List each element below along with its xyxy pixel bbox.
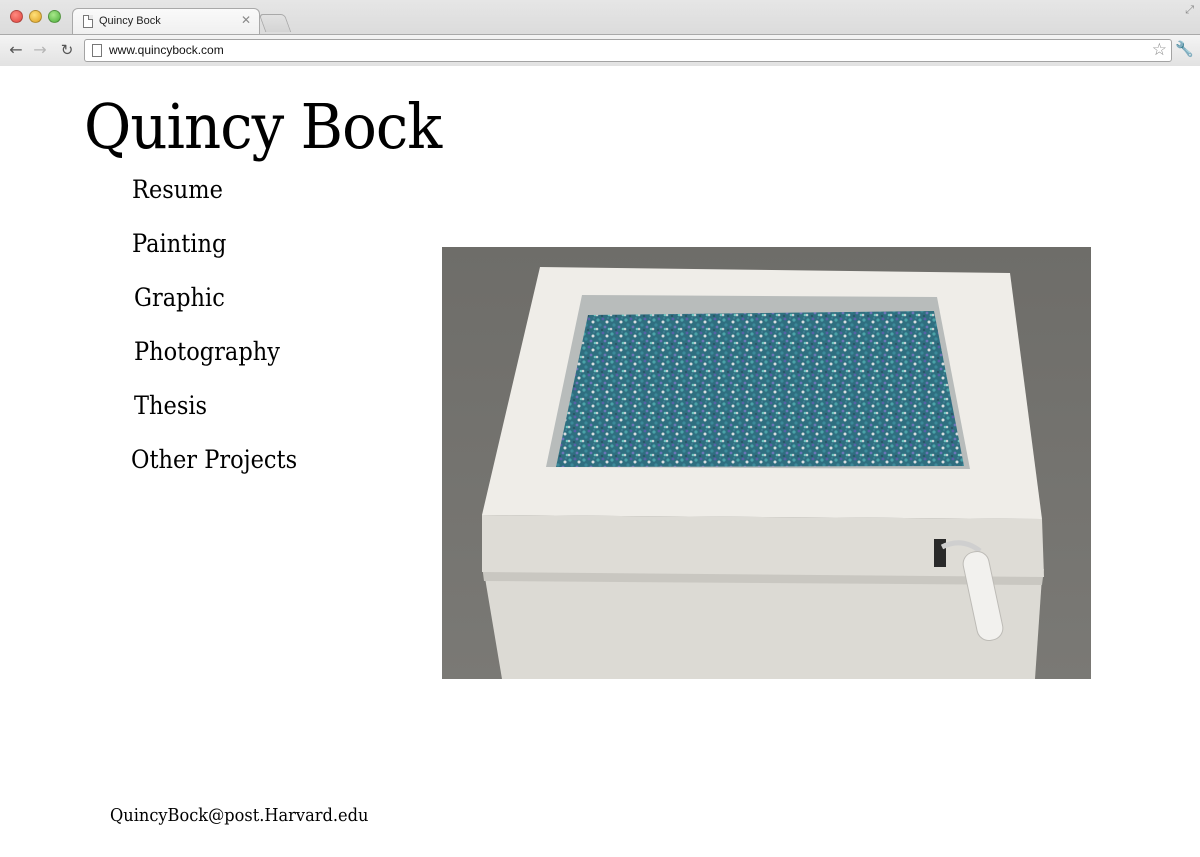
- artwork-photo: [442, 247, 1091, 679]
- window-maximize-button[interactable]: [48, 10, 61, 23]
- browser-chrome: Quincy Bock ✕ ⤢ ← → ↻ www.quincybock.com…: [0, 0, 1200, 66]
- nav-link-painting[interactable]: Painting: [132, 229, 226, 258]
- browser-tab[interactable]: Quincy Bock ✕: [72, 8, 260, 34]
- tab-title: Quincy Bock: [99, 15, 161, 27]
- nav-link-other-projects[interactable]: Other Projects: [131, 445, 297, 474]
- url-text[interactable]: www.quincybock.com: [109, 43, 224, 57]
- address-bar[interactable]: www.quincybock.com ☆: [84, 39, 1172, 62]
- window-controls: [10, 10, 61, 23]
- reload-icon[interactable]: ↻: [57, 40, 77, 60]
- forward-arrow-icon[interactable]: →: [30, 40, 50, 60]
- page-icon: [92, 44, 102, 57]
- nav-link-graphic[interactable]: Graphic: [134, 283, 225, 312]
- nav-link-resume[interactable]: Resume: [132, 175, 223, 204]
- new-tab-button[interactable]: [258, 14, 292, 32]
- close-icon[interactable]: ✕: [241, 13, 251, 27]
- wrench-icon[interactable]: 🔧: [1175, 40, 1194, 58]
- fullscreen-icon[interactable]: ⤢: [1185, 4, 1194, 17]
- site-title[interactable]: Quincy Bock: [84, 90, 442, 163]
- contact-email[interactable]: QuincyBock@post.Harvard.edu: [110, 805, 368, 826]
- page-icon: [83, 15, 93, 28]
- window-minimize-button[interactable]: [29, 10, 42, 23]
- star-icon[interactable]: ☆: [1152, 40, 1167, 60]
- window-close-button[interactable]: [10, 10, 23, 23]
- back-arrow-icon[interactable]: ←: [6, 40, 26, 60]
- nav-link-photography[interactable]: Photography: [134, 337, 280, 366]
- artwork-illustration: [442, 247, 1091, 679]
- browser-toolbar: ← → ↻ www.quincybock.com ☆ 🔧: [0, 34, 1200, 66]
- nav-link-thesis[interactable]: Thesis: [134, 391, 207, 420]
